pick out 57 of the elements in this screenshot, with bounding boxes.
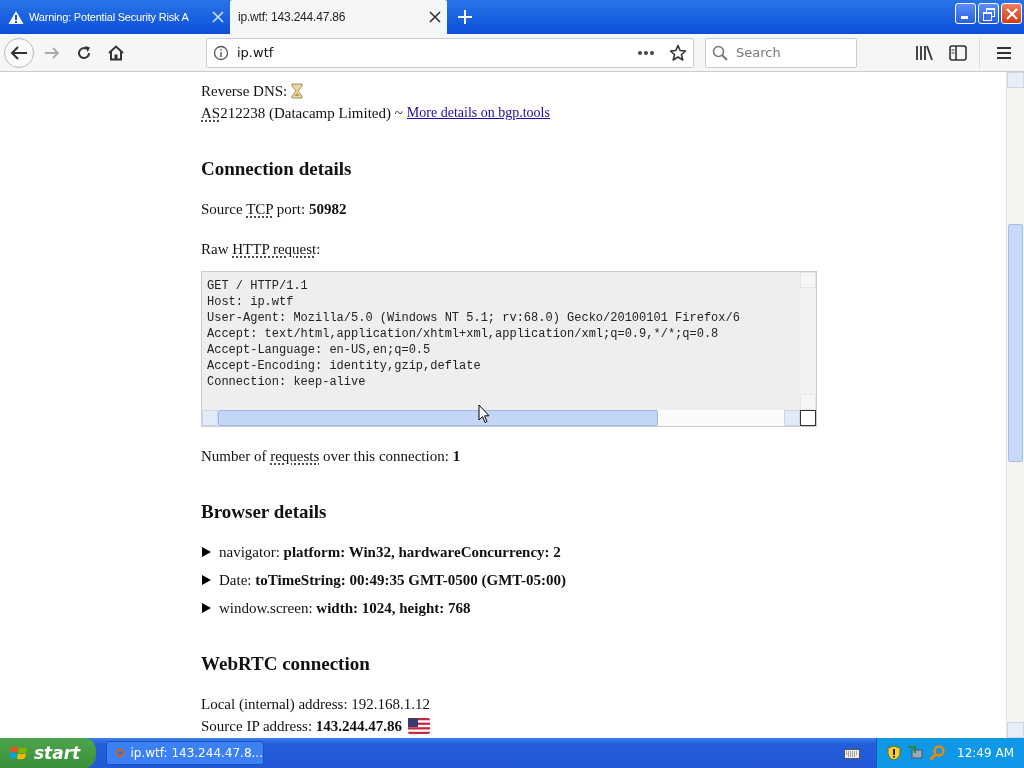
search-field[interactable]: Search: [705, 37, 857, 68]
plus-icon[interactable]: [457, 9, 473, 25]
back-arrow-icon: [10, 44, 28, 61]
taskbar-button[interactable]: ip.wtf: 143.244.47.8...: [106, 741, 264, 765]
horizontal-scrollbar[interactable]: [202, 410, 800, 426]
minimize-button[interactable]: [955, 3, 976, 24]
section-heading: WebRTC connection: [201, 653, 371, 675]
tab-title: ip.wtf: 143.244.47.86: [238, 10, 347, 24]
close-icon[interactable]: [429, 11, 441, 23]
mouse-pointer-icon: [478, 404, 490, 424]
resize-handle[interactable]: [800, 410, 816, 426]
page-scrollbar[interactable]: [1006, 72, 1024, 738]
browser-tab[interactable]: Warning: Potential Security Risk A: [0, 0, 230, 34]
right-triangle-icon[interactable]: [202, 575, 211, 585]
detail-summary[interactable]: window.screen: width: 1024, height: 768: [219, 597, 471, 619]
menu-icon[interactable]: [996, 45, 1012, 60]
text-line: Local (internal) address: 192.168.1.12: [201, 695, 431, 714]
star-icon[interactable]: [669, 43, 687, 62]
hourglass-icon: [291, 83, 304, 99]
library-icon[interactable]: [915, 44, 933, 61]
vertical-scrollbar[interactable]: [800, 272, 816, 410]
section-heading: Connection details: [201, 158, 353, 180]
request-textarea[interactable]: [201, 271, 817, 427]
back-button[interactable]: [4, 37, 34, 68]
clock-text: 12:49 AM: [957, 746, 1014, 760]
shield-icon[interactable]: [887, 745, 902, 761]
text-line: Raw HTTP request:: [201, 240, 321, 259]
text-line: Source TCP port: 50982: [201, 200, 347, 219]
close-button[interactable]: [1001, 3, 1022, 24]
sidebar-icon[interactable]: [949, 44, 967, 61]
start-button[interactable]: start: [0, 738, 96, 768]
text-line: Reverse DNS:: [201, 82, 288, 101]
address-bar[interactable]: ip.wtf: [206, 37, 694, 68]
bgp-tools-link[interactable]: More details on bgp.tools: [406, 102, 550, 124]
more-icon[interactable]: [637, 49, 655, 56]
right-triangle-icon[interactable]: [202, 603, 211, 613]
browser-tab[interactable]: ip.wtf: 143.244.47.86: [230, 0, 447, 34]
keyboard-icon[interactable]: [844, 747, 861, 759]
right-triangle-icon[interactable]: [202, 547, 211, 557]
detail-summary[interactable]: Date: toTimeString: 00:49:35 GMT-0500 (GMT-05:00): [219, 569, 566, 591]
url-text: ip.wtf: [237, 45, 274, 60]
home-icon[interactable]: [108, 44, 124, 61]
detail-summary[interactable]: navigator: platform: Win32, hardwareConcurrency: 2: [219, 541, 561, 563]
tab-title: Warning: Potential Security Risk A: [29, 11, 190, 23]
reload-icon[interactable]: [76, 44, 92, 61]
section-heading: Browser details: [201, 501, 328, 523]
flag-icon: [408, 718, 431, 734]
text-line: AS212238 (Datacamp Limited) ~: [201, 104, 403, 123]
warning-icon: [8, 9, 24, 25]
restore-button[interactable]: [978, 3, 999, 24]
info-icon[interactable]: [213, 44, 229, 61]
search-icon: [712, 44, 728, 61]
text-line: Number of requests over this connection: 1: [201, 447, 461, 466]
windows-logo-icon: [10, 745, 28, 761]
request-text: GET / HTTP/1.1 Host: ip.wtf User-Agent: Mozilla/5.0 (Windows NT 5.1; rv:68.0) Gecko/20100101 Firefox/6 Accept: text/html,application/xhtml+xml,application/xml;q=0.9,*/*;q=0.8 Accept-Language: en-US,en;q=0.5 Accept-Encoding: identity,gzip,deflate Connection: keep-alive: [206, 278, 741, 391]
close-icon: [1005, 7, 1018, 20]
text-line: Source IP address: 143.244.47.86: [201, 717, 403, 736]
